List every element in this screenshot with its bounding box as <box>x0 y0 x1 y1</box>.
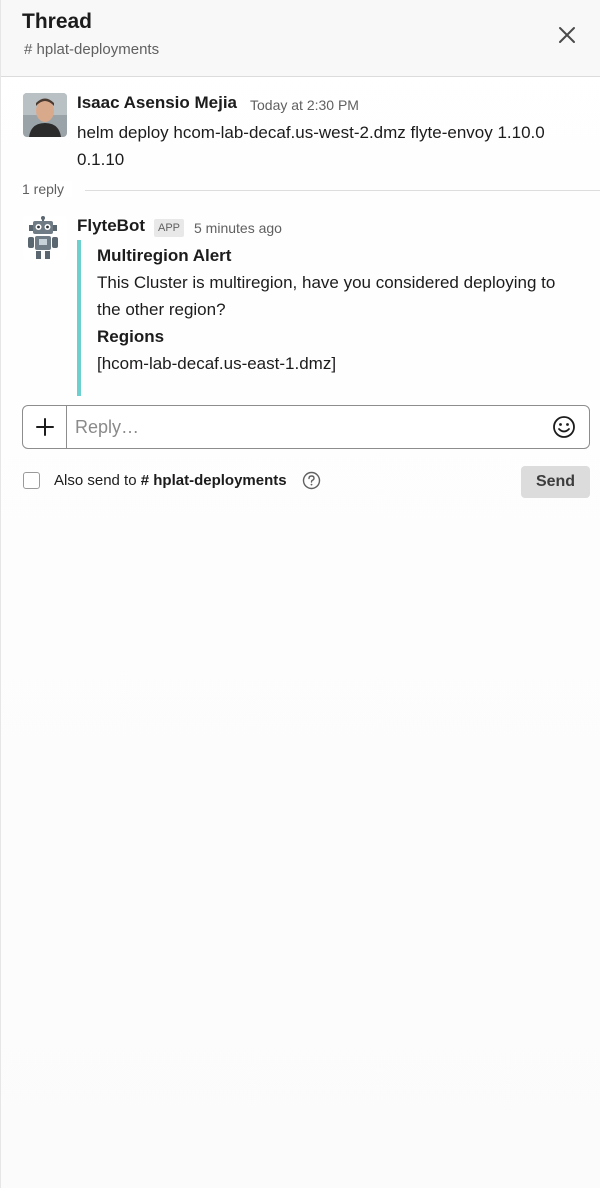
message-timestamp[interactable]: Today at 2:30 PM <box>250 97 359 113</box>
thread-title: Thread <box>22 10 93 33</box>
send-button[interactable]: Send <box>521 466 590 498</box>
message-text: helm deploy hcom-lab-decaf.us-west-2.dmz… <box>77 123 545 169</box>
parent-message: Isaac Asensio Mejia Today at 2:30 PM hel… <box>1 93 600 173</box>
question-circle-icon <box>302 471 321 490</box>
thread-panel: Thread # hplat-deployments Isaac Asensio… <box>0 0 600 1188</box>
user-photo-icon <box>23 93 67 137</box>
divider-line <box>85 190 600 191</box>
close-icon <box>559 27 575 43</box>
reply-message: FlyteBot APP 5 minutes ago Multiregion A… <box>1 216 600 396</box>
app-badge: APP <box>154 219 185 237</box>
reply-composer <box>22 405 590 449</box>
also-send-label[interactable]: Also send to # hplat-deployments <box>54 472 287 489</box>
emoji-button[interactable] <box>552 415 576 439</box>
message-timestamp[interactable]: 5 minutes ago <box>194 220 282 236</box>
avatar[interactable] <box>23 93 67 137</box>
reply-count: 1 reply <box>22 181 73 197</box>
bot-name[interactable]: FlyteBot <box>77 216 145 236</box>
thread-channel-name[interactable]: # hplat-deployments <box>24 41 159 58</box>
reply-count-divider: 1 reply <box>22 181 600 201</box>
also-send-text: Also send to <box>54 472 137 489</box>
also-send-channel: # hplat-deployments <box>140 472 287 489</box>
smiley-icon <box>553 416 575 438</box>
plus-icon <box>35 418 54 436</box>
robot-icon <box>23 216 67 260</box>
attachment-field-value: [hcom-lab-decaf.us-east-1.dmz] <box>97 354 337 373</box>
attachment-field-title: Regions <box>97 327 165 346</box>
message-author[interactable]: Isaac Asensio Mejia <box>77 93 237 113</box>
also-send-checkbox[interactable] <box>23 472 40 489</box>
message-attachment: Multiregion Alert This Cluster is multir… <box>77 240 577 396</box>
attachment-title: Multiregion Alert <box>97 246 232 265</box>
reply-input[interactable] <box>75 414 545 440</box>
bot-avatar[interactable] <box>23 216 67 260</box>
attachment-text: This Cluster is multiregion, have you co… <box>97 273 556 319</box>
also-send-row: Also send to # hplat-deployments Send <box>22 466 590 498</box>
close-button[interactable] <box>553 21 581 49</box>
thread-header: Thread # hplat-deployments <box>1 0 600 77</box>
help-button[interactable] <box>302 471 321 490</box>
attach-button[interactable] <box>23 406 67 448</box>
